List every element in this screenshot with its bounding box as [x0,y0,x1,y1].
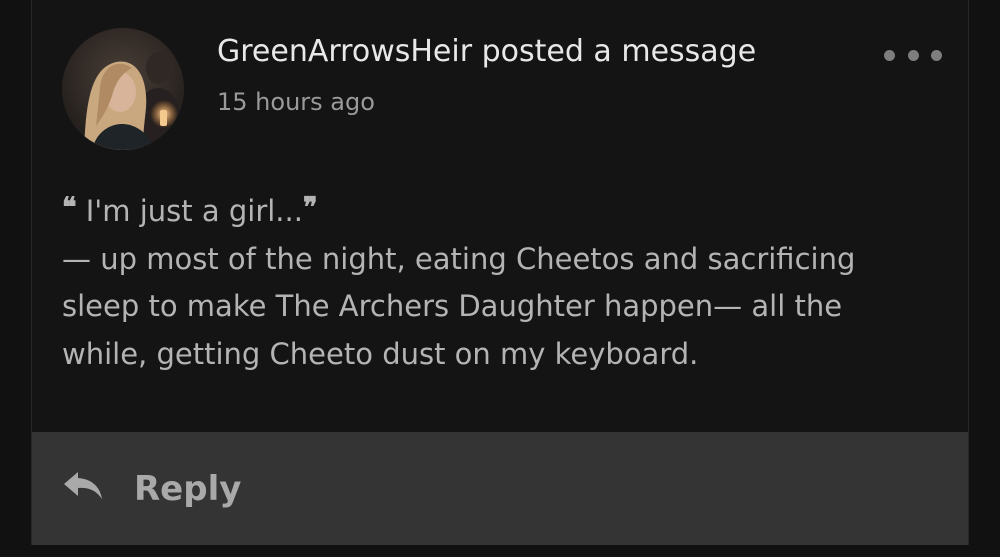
message-body: ❝ I'm just a girl...❞ — up most of the n… [62,184,922,378]
message-line: while, getting Cheeto dust on my keyboar… [62,336,699,371]
post-action: posted a message [481,34,757,69]
reply-button[interactable]: Reply [32,432,968,545]
post-header: GreenArrowsHeir posted a message [217,34,756,70]
quote-line: ❝ I'm just a girl...❞ [62,184,922,236]
more-options-dots-icon [884,49,895,61]
open-quote-icon: ❝ [62,192,77,223]
more-options-dots-icon [907,49,919,61]
more-options-dots-icon [931,49,942,61]
message-line: sleep to make The Archers Daughter happe… [62,289,843,323]
post-timestamp: 15 hours ago [217,88,375,116]
message-line: — up most of the night, eating Cheetos a… [62,241,856,276]
profile-photo-icon [62,28,184,150]
message-card: GreenArrowsHeir posted a message 15 hour… [31,0,969,545]
reply-arrow-icon [64,472,102,499]
reply-label: Reply [134,469,242,509]
more-options-button[interactable] [884,42,942,68]
quote-text: I'm just a girl... [85,194,303,228]
avatar[interactable] [62,28,184,150]
author-name[interactable]: GreenArrowsHeir [217,34,472,69]
close-quote-icon: ❞ [302,192,318,223]
